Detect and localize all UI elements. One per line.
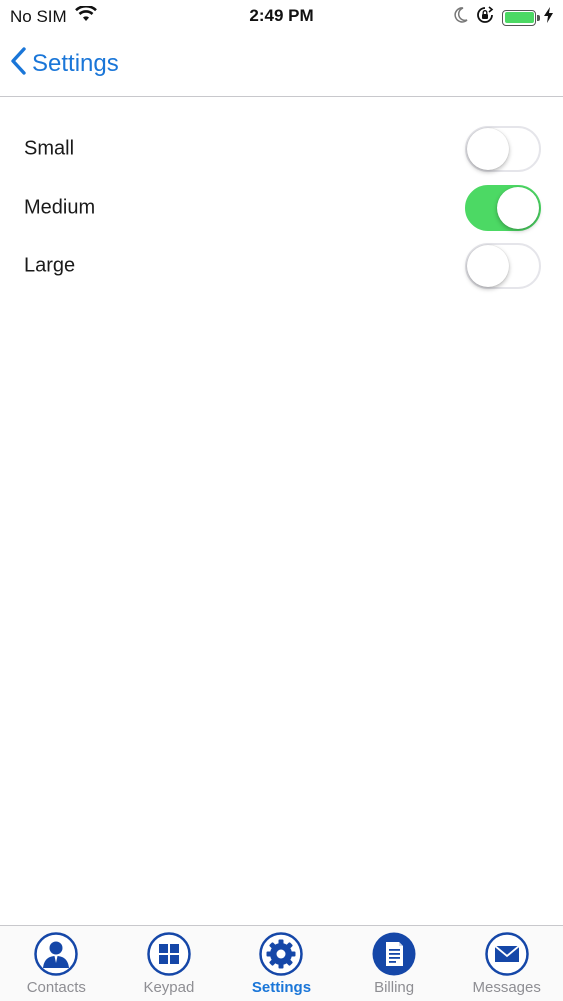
back-button-label: Settings [32,50,119,77]
envelope-icon [484,932,529,976]
toggle-knob [497,186,539,229]
option-label-small: Small [24,137,75,160]
battery-icon [502,9,540,26]
tab-contacts[interactable]: Contacts [0,926,113,1001]
moon-icon [454,7,468,28]
tab-label-messages: Messages [472,979,541,996]
battery-level [504,12,534,23]
chevron-left-icon [10,46,26,82]
contacts-icon [34,932,79,976]
option-label-medium: Medium [24,196,96,219]
option-row-large: Large [0,237,563,296]
back-button[interactable]: Settings [10,46,119,82]
toggle-medium[interactable] [465,184,541,231]
charging-bolt-icon [544,7,553,28]
text-size-options: Small Medium Large [0,97,563,296]
tab-label-contacts: Contacts [26,979,86,996]
gear-icon [259,932,304,976]
option-label-large: Large [24,254,76,277]
tab-messages[interactable]: Messages [450,926,563,1001]
navigation-bar: Settings [0,34,563,97]
tab-label-settings: Settings [251,979,312,996]
tab-label-billing: Billing [374,979,415,996]
toggle-large[interactable] [465,243,541,290]
keypad-icon [147,932,191,976]
tab-billing[interactable]: Billing [338,926,451,1001]
toggle-knob [467,245,509,288]
tab-settings[interactable]: Settings [225,926,338,1001]
billing-icon [372,932,416,976]
option-row-medium: Medium [0,179,563,238]
tab-label-keypad: Keypad [143,979,195,996]
toggle-small[interactable] [465,126,541,173]
tab-bar: Contacts Keypad Settings Billing Message… [0,925,563,1001]
status-right [454,6,553,29]
orientation-lock-icon [476,6,494,29]
option-row-small: Small [0,120,563,179]
tab-keypad[interactable]: Keypad [113,926,226,1001]
status-bar: No SIM 2:49 PM [0,0,563,34]
toggle-knob [467,128,509,171]
